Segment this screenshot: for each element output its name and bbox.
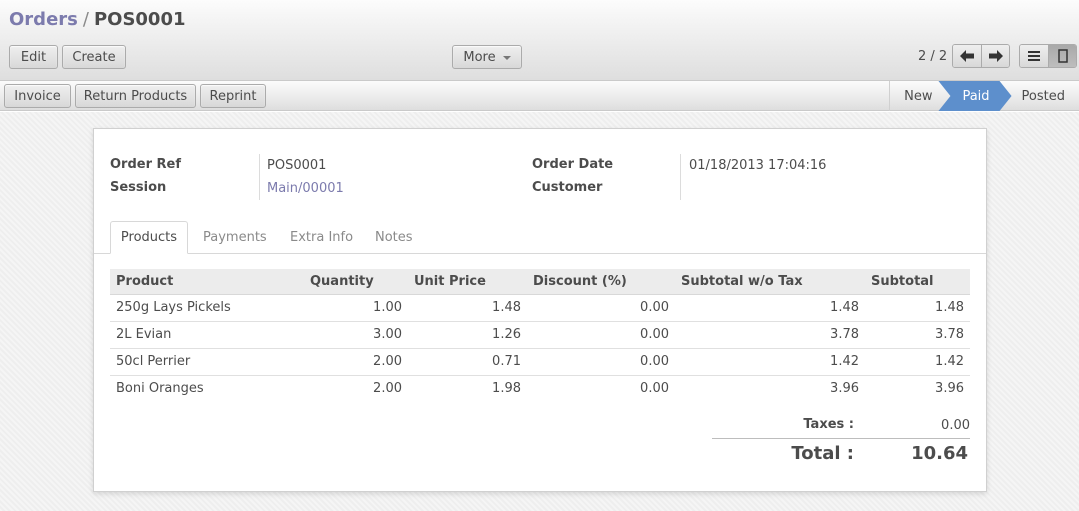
form-background: Order Ref Session POS0001 Main/00001 Ord… (0, 112, 1079, 511)
stage-paid[interactable]: Paid (938, 81, 1011, 111)
column-header-subtotal[interactable]: Subtotal (865, 269, 970, 295)
column-header-subtotal-wo-tax[interactable]: Subtotal w/o Tax (675, 269, 865, 295)
create-button[interactable]: Create (62, 45, 126, 69)
form-view-button[interactable] (1048, 45, 1076, 67)
subtotal-cell: 1.42 (865, 348, 970, 376)
discount-cell: 0.00 (527, 321, 675, 349)
subtotal-wo-tax-cell: 1.48 (675, 294, 865, 322)
total-value: 10.64 (911, 443, 968, 464)
order-ref-value: POS0001 (267, 158, 327, 173)
view-switcher (1019, 44, 1077, 68)
list-icon (1028, 51, 1040, 61)
totals-divider (712, 438, 970, 439)
order-date-value: 01/18/2013 17:04:16 (689, 158, 827, 173)
field-divider (680, 154, 681, 200)
column-header-product[interactable]: Product (110, 269, 304, 295)
discount-cell: 0.00 (527, 294, 675, 322)
quantity-cell: 2.00 (373, 381, 402, 397)
unit-price-cell: 1.48 (408, 294, 527, 322)
more-label: More (463, 49, 496, 65)
unit-price-cell: 1.26 (408, 321, 527, 349)
total-label: Total : (791, 443, 854, 464)
product-cell: 2L Evian (110, 321, 304, 349)
table-row[interactable]: Boni Oranges 2.00 1.98 0.00 3.96 3.96 (110, 375, 970, 402)
subtotal-wo-tax-cell: 3.78 (675, 321, 865, 349)
tab-extra-info[interactable]: Extra Info (290, 221, 353, 254)
quantity-cell: 3.00 (304, 321, 408, 349)
arrow-right-icon (988, 50, 1003, 62)
discount-cell: 0.00 (527, 348, 675, 376)
table-header-row: Product Quantity Unit Price Discount (%)… (110, 269, 970, 295)
caret-down-icon (502, 56, 511, 60)
product-cell: 50cl Perrier (110, 348, 304, 376)
column-header-quantity[interactable]: Quantity (304, 269, 408, 295)
quantity-cell: 2.00 (304, 348, 408, 376)
subtotal-cell: 1.48 (865, 294, 970, 322)
stage-posted[interactable]: Posted (1012, 81, 1079, 111)
tab-payments[interactable]: Payments (203, 221, 267, 254)
unit-price-cell: 0.71 (408, 348, 527, 376)
edit-button[interactable]: Edit (9, 45, 58, 69)
pager-previous-button[interactable] (953, 45, 981, 67)
order-date-label: Order Date (532, 157, 614, 172)
form-icon (1057, 49, 1068, 63)
subtotal-wo-tax-cell: 3.96 (830, 381, 859, 397)
more-dropdown[interactable]: More (452, 45, 522, 69)
table-row[interactable]: 50cl Perrier 2.00 0.71 0.00 1.42 1.42 (110, 348, 970, 376)
session-link[interactable]: Main/00001 (267, 181, 344, 196)
pager-buttons (952, 44, 1010, 68)
subtotal-wo-tax-cell: 1.42 (675, 348, 865, 376)
order-lines-table: Product Quantity Unit Price Discount (%)… (110, 269, 970, 402)
product-cell: Boni Oranges (116, 381, 204, 397)
breadcrumb-orders-link[interactable]: Orders (9, 9, 78, 30)
column-header-discount[interactable]: Discount (%) (527, 269, 675, 295)
taxes-value: 0.00 (941, 418, 970, 433)
session-label: Session (110, 180, 167, 195)
table-row[interactable]: 250g Lays Pickels 1.00 1.48 0.00 1.48 1.… (110, 294, 970, 322)
return-products-button[interactable]: Return Products (75, 84, 196, 108)
table-row[interactable]: 2L Evian 3.00 1.26 0.00 3.78 3.78 (110, 321, 970, 349)
column-header-unit-price[interactable]: Unit Price (408, 269, 527, 295)
pager-next-button[interactable] (981, 45, 1009, 67)
control-panel: Orders / POS0001 Edit Create More 2 / 2 (0, 0, 1079, 81)
stage-new[interactable]: New (889, 81, 938, 111)
pager-counter: 2 / 2 (918, 49, 948, 64)
order-ref-label: Order Ref (110, 157, 182, 172)
customer-label: Customer (532, 180, 603, 195)
tab-products[interactable]: Products (110, 221, 188, 254)
product-cell: 250g Lays Pickels (110, 294, 304, 322)
subtotal-cell: 3.96 (935, 381, 964, 397)
unit-price-cell: 1.98 (492, 381, 521, 397)
list-view-button[interactable] (1020, 45, 1048, 67)
status-bar: Invoice Return Products Reprint New Paid… (0, 81, 1079, 111)
quantity-cell: 1.00 (304, 294, 408, 322)
reprint-button[interactable]: Reprint (200, 84, 266, 108)
notebook-tabs: Products Payments Extra Info Notes (94, 221, 986, 254)
discount-cell: 0.00 (640, 381, 669, 397)
field-divider (259, 154, 260, 200)
stage-indicator: New Paid Posted (889, 81, 1079, 111)
tab-notes[interactable]: Notes (375, 221, 413, 254)
form-sheet: Order Ref Session POS0001 Main/00001 Ord… (93, 128, 987, 492)
taxes-label: Taxes : (803, 417, 854, 432)
breadcrumb: Orders / POS0001 (9, 9, 186, 30)
arrow-left-icon (960, 50, 974, 62)
breadcrumb-separator: / (82, 9, 89, 30)
subtotal-cell: 3.78 (865, 321, 970, 349)
invoice-button[interactable]: Invoice (4, 84, 71, 108)
breadcrumb-current: POS0001 (93, 9, 186, 30)
